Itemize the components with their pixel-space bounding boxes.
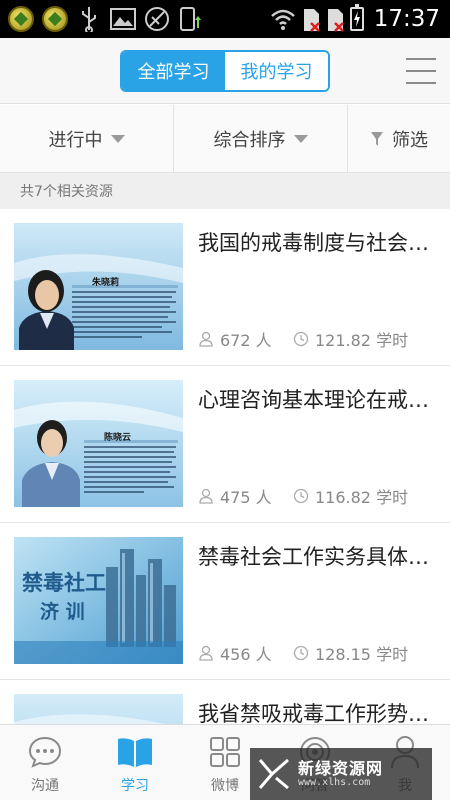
course-thumbnail: 禁毒社工 济 训	[14, 537, 183, 664]
person-icon	[199, 488, 213, 504]
app-header: 全部学习 我的学习	[0, 38, 450, 104]
wifi-icon	[270, 6, 296, 32]
status-notifications	[8, 4, 204, 34]
status-filter-label: 进行中	[48, 129, 103, 151]
clock-icon	[293, 488, 309, 504]
nav-tab-study[interactable]: 学习	[90, 725, 180, 800]
sim-card-icon	[302, 7, 320, 32]
nav-tab-chat[interactable]: 沟通	[0, 725, 90, 800]
watermark-text: 新绿资源网	[298, 758, 384, 778]
app-coin-icon	[42, 6, 68, 32]
status-time: 17:37	[373, 6, 440, 32]
clock-icon	[293, 331, 309, 347]
learner-count: 475 人	[198, 484, 293, 508]
study-hours: 121.82 学时	[293, 327, 408, 351]
chevron-down-icon	[110, 134, 125, 143]
learner-count-value: 672 人	[220, 331, 272, 350]
thumbnail-banner-line-1: 禁毒社工	[22, 571, 106, 595]
book-icon	[115, 733, 155, 771]
chat-bubble-icon	[25, 733, 65, 771]
course-thumbnail: 陈晓云	[14, 380, 183, 507]
course-item[interactable]: 朱晓莉 我国的戒毒制度与社会保障 672 人 121.82 学时	[0, 209, 450, 366]
usb-icon	[76, 6, 102, 32]
study-hours-value: 121.82 学时	[315, 331, 409, 350]
thumbnail-banner-line-2: 济 训	[40, 601, 85, 623]
battery-charging-icon	[349, 4, 364, 31]
hamburger-menu-icon[interactable]	[406, 56, 436, 86]
filter-button[interactable]: 筛选	[348, 105, 450, 172]
status-filter-dropdown[interactable]: 进行中	[0, 105, 174, 172]
study-hours-value: 116.82 学时	[315, 488, 409, 507]
course-title: 我国的戒毒制度与社会保障	[198, 231, 438, 255]
funnel-icon	[371, 131, 383, 146]
grid-icon	[205, 733, 245, 771]
nav-tab-label: 学习	[121, 778, 149, 794]
watermark-logo-icon	[258, 758, 289, 790]
learner-count-value: 475 人	[220, 488, 272, 507]
filter-label: 筛选	[392, 129, 428, 151]
course-meta: 672 人 121.82 学时	[198, 327, 438, 351]
learning-scope-switch: 全部学习 我的学习	[120, 50, 330, 92]
course-title: 心理咨询基本理论在戒毒工作中的应用	[198, 388, 438, 412]
nav-tab-label: 微博	[211, 778, 239, 794]
course-thumbnail	[14, 694, 183, 724]
study-hours: 128.15 学时	[293, 641, 408, 665]
person-icon	[199, 645, 213, 661]
thumbnail-name-label: 朱晓莉	[92, 278, 120, 288]
course-title: 我省禁吸戒毒工作形势分析	[198, 702, 438, 724]
sim-card-icon	[326, 7, 344, 32]
course-item[interactable]: 陈晓云 心理咨询基本理论在戒毒工作中的应用 475 人 116.82 学时	[0, 366, 450, 523]
course-item[interactable]: 禁毒社工 济 训 禁毒社会工作实务具体操作 456 人 128.15 学时	[0, 523, 450, 680]
thumbnail-name-label: 陈晓云	[104, 433, 132, 443]
study-hours: 116.82 学时	[293, 484, 408, 508]
learner-count: 672 人	[198, 327, 293, 351]
sort-label: 综合排序	[213, 129, 286, 151]
person-icon	[199, 331, 213, 347]
image-icon	[110, 6, 136, 32]
result-count: 共7个相关资源	[0, 173, 450, 209]
phone-update-icon	[178, 6, 204, 32]
chevron-down-icon	[293, 134, 308, 143]
clock-icon	[293, 645, 309, 661]
watermark-url: www.xlhs.com	[298, 777, 371, 789]
course-list: 朱晓莉 我国的戒毒制度与社会保障 672 人 121.82 学时 陈晓云 心理咨…	[0, 209, 450, 724]
tab-my-learning[interactable]: 我的学习	[225, 52, 328, 90]
no-signal-icon	[144, 6, 170, 32]
study-hours-value: 128.15 学时	[315, 645, 409, 664]
course-thumbnail: 朱晓莉	[14, 223, 183, 350]
course-meta: 475 人 116.82 学时	[198, 484, 438, 508]
course-title: 禁毒社会工作实务具体操作	[198, 545, 438, 569]
learner-count-value: 456 人	[220, 645, 272, 664]
nav-tab-label: 沟通	[31, 778, 59, 794]
learner-count: 456 人	[198, 641, 293, 665]
app-coin-icon	[8, 6, 34, 32]
status-bar: 17:37	[0, 0, 450, 38]
filter-bar: 进行中 综合排序 筛选	[0, 105, 450, 173]
course-item[interactable]: 我省禁吸戒毒工作形势分析	[0, 680, 450, 724]
sort-dropdown[interactable]: 综合排序	[174, 105, 348, 172]
course-meta: 456 人 128.15 学时	[198, 641, 438, 665]
watermark: 新绿资源网 www.xlhs.com	[250, 748, 432, 800]
tab-all-learning[interactable]: 全部学习	[122, 52, 225, 90]
status-system: 17:37	[270, 4, 440, 34]
